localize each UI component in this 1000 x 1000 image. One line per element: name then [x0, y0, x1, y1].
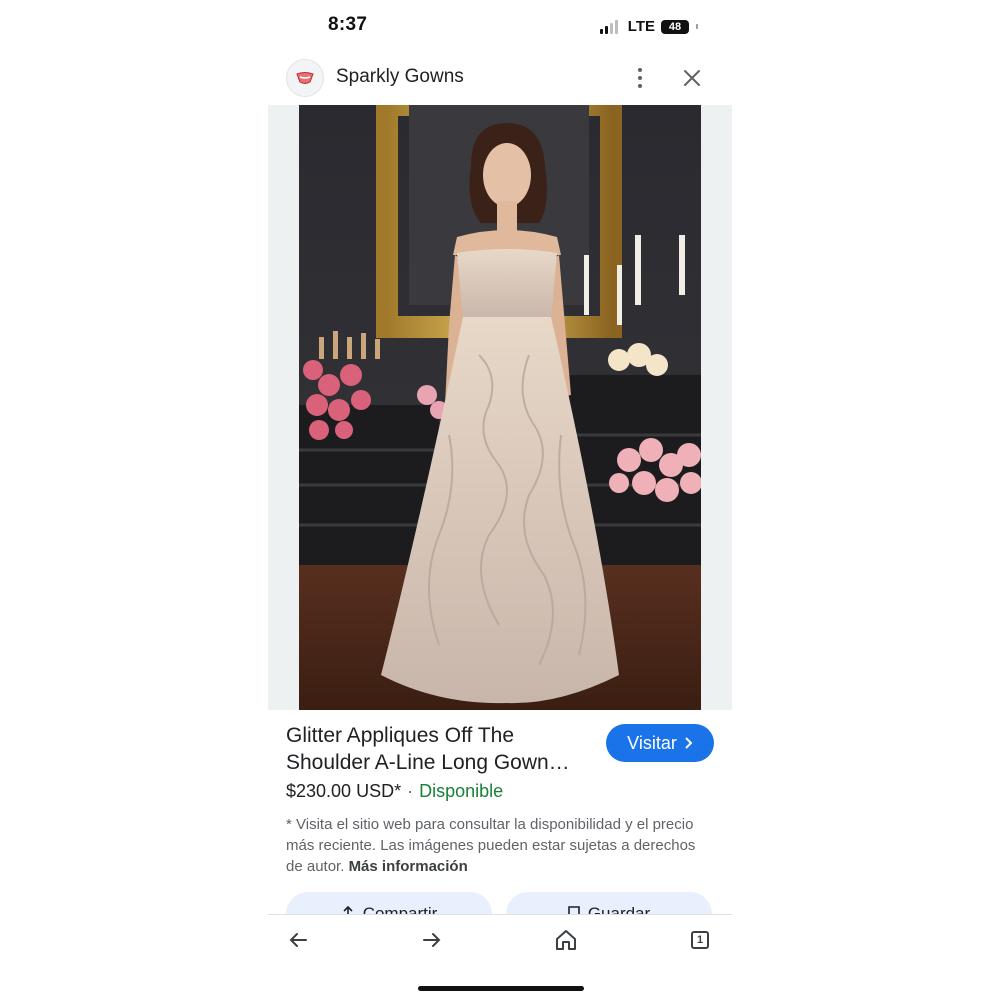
home-indicator — [418, 986, 584, 991]
battery-icon: 48 — [661, 19, 689, 34]
status-time: 8:37 — [328, 14, 368, 35]
result-header: Sparkly Gowns — [268, 56, 732, 100]
network-label: LTE — [627, 18, 655, 35]
more-info-link[interactable]: Más información — [349, 858, 468, 875]
close-icon[interactable] — [678, 64, 706, 92]
share-icon — [341, 906, 354, 914]
price: $230.00 USD* — [286, 781, 402, 801]
nav-divider — [268, 914, 732, 915]
price-separator: · — [407, 781, 414, 801]
signal-icon — [599, 19, 618, 34]
visit-button[interactable]: Visitar — [606, 724, 714, 762]
bookmark-icon — [568, 906, 580, 914]
product-title-line2: Shoulder A-Line Long Gown… — [286, 751, 570, 774]
site-name[interactable]: Sparkly Gowns — [336, 66, 464, 88]
product-image[interactable] — [299, 105, 701, 710]
disclaimer: * Visita el sitio web para consultar la … — [286, 814, 716, 877]
more-vert-icon[interactable] — [630, 64, 650, 92]
product-image-container[interactable] — [268, 105, 732, 710]
forward-arrow-icon[interactable] — [416, 924, 448, 956]
action-row: Compartir Guardar — [286, 892, 714, 914]
price-line: $230.00 USD* · Disponible — [286, 781, 503, 802]
chevron-right-icon — [685, 737, 693, 749]
home-icon[interactable] — [550, 924, 582, 956]
product-title-line1: Glitter Appliques Off The — [286, 724, 515, 747]
visit-button-label: Visitar — [627, 732, 677, 753]
share-button[interactable]: Compartir — [286, 892, 492, 914]
tabs-icon[interactable]: 1 — [684, 924, 716, 956]
status-indicators: LTE 48 — [599, 18, 698, 35]
save-button-label: Guardar — [587, 904, 651, 914]
tab-count: 1 — [691, 931, 709, 949]
availability: Disponible — [419, 781, 504, 801]
disclaimer-text: * Visita el sitio web para consultar la … — [286, 816, 696, 875]
site-logo-icon[interactable] — [286, 59, 324, 97]
save-button[interactable]: Guardar — [506, 892, 712, 914]
phone-screen: 8:37 LTE 48 Sparkly Gowns Glitter Appliq… — [268, 0, 732, 1000]
product-title[interactable]: Glitter Appliques Off The Shoulder A-Lin… — [286, 722, 586, 776]
back-arrow-icon[interactable] — [282, 924, 314, 956]
share-button-label: Compartir — [362, 904, 438, 914]
